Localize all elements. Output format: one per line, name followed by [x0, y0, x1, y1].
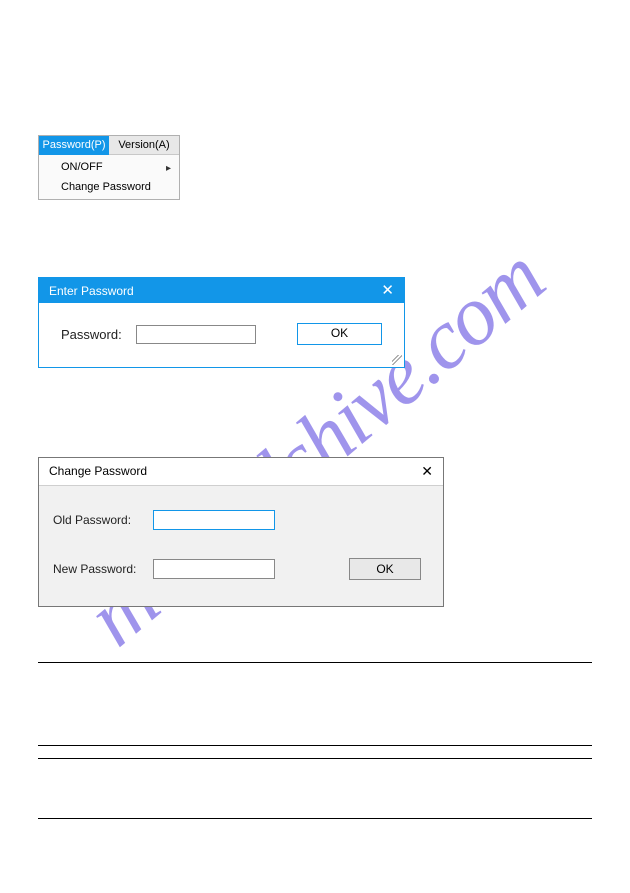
divider	[38, 662, 592, 663]
tab-version[interactable]: Version(A)	[109, 136, 179, 155]
menu-item-change-password[interactable]: Change Password	[39, 177, 179, 197]
enter-password-body: Password: OK	[39, 303, 404, 367]
menu-item-onoff[interactable]: ON/OFF ▸	[39, 157, 179, 177]
change-password-body: Old Password: New Password: OK	[39, 486, 443, 606]
new-password-row: New Password: OK	[53, 558, 421, 580]
menu-item-label: Change Password	[61, 181, 151, 193]
close-icon[interactable]: ✕	[421, 464, 433, 478]
ok-button[interactable]: OK	[297, 323, 382, 345]
dialog-title: Change Password	[49, 464, 147, 478]
divider	[38, 818, 592, 819]
enter-password-dialog: Enter Password ✕ Password: OK	[38, 277, 405, 368]
tab-password[interactable]: Password(P)	[39, 136, 109, 155]
resize-grip-icon[interactable]	[392, 355, 402, 365]
old-password-label: Old Password:	[53, 513, 153, 527]
password-input[interactable]	[136, 325, 256, 344]
divider	[38, 758, 592, 759]
enter-password-titlebar[interactable]: Enter Password ✕	[39, 278, 404, 303]
change-password-dialog: Change Password ✕ Old Password: New Pass…	[38, 457, 444, 607]
menu-tab-bar: Password(P) Version(A)	[39, 136, 179, 155]
old-password-row: Old Password:	[53, 510, 421, 530]
menu-item-label: ON/OFF	[61, 161, 103, 173]
dialog-title: Enter Password	[49, 284, 134, 298]
change-password-titlebar[interactable]: Change Password ✕	[39, 458, 443, 486]
password-label: Password:	[61, 327, 122, 342]
submenu-arrow-icon: ▸	[166, 163, 171, 174]
ok-button[interactable]: OK	[349, 558, 421, 580]
menu-dropdown: ON/OFF ▸ Change Password	[39, 155, 179, 199]
new-password-input[interactable]	[153, 559, 275, 579]
divider	[38, 745, 592, 746]
password-menu: Password(P) Version(A) ON/OFF ▸ Change P…	[38, 135, 180, 200]
close-icon[interactable]: ✕	[381, 283, 394, 298]
new-password-label: New Password:	[53, 562, 153, 576]
old-password-input[interactable]	[153, 510, 275, 530]
